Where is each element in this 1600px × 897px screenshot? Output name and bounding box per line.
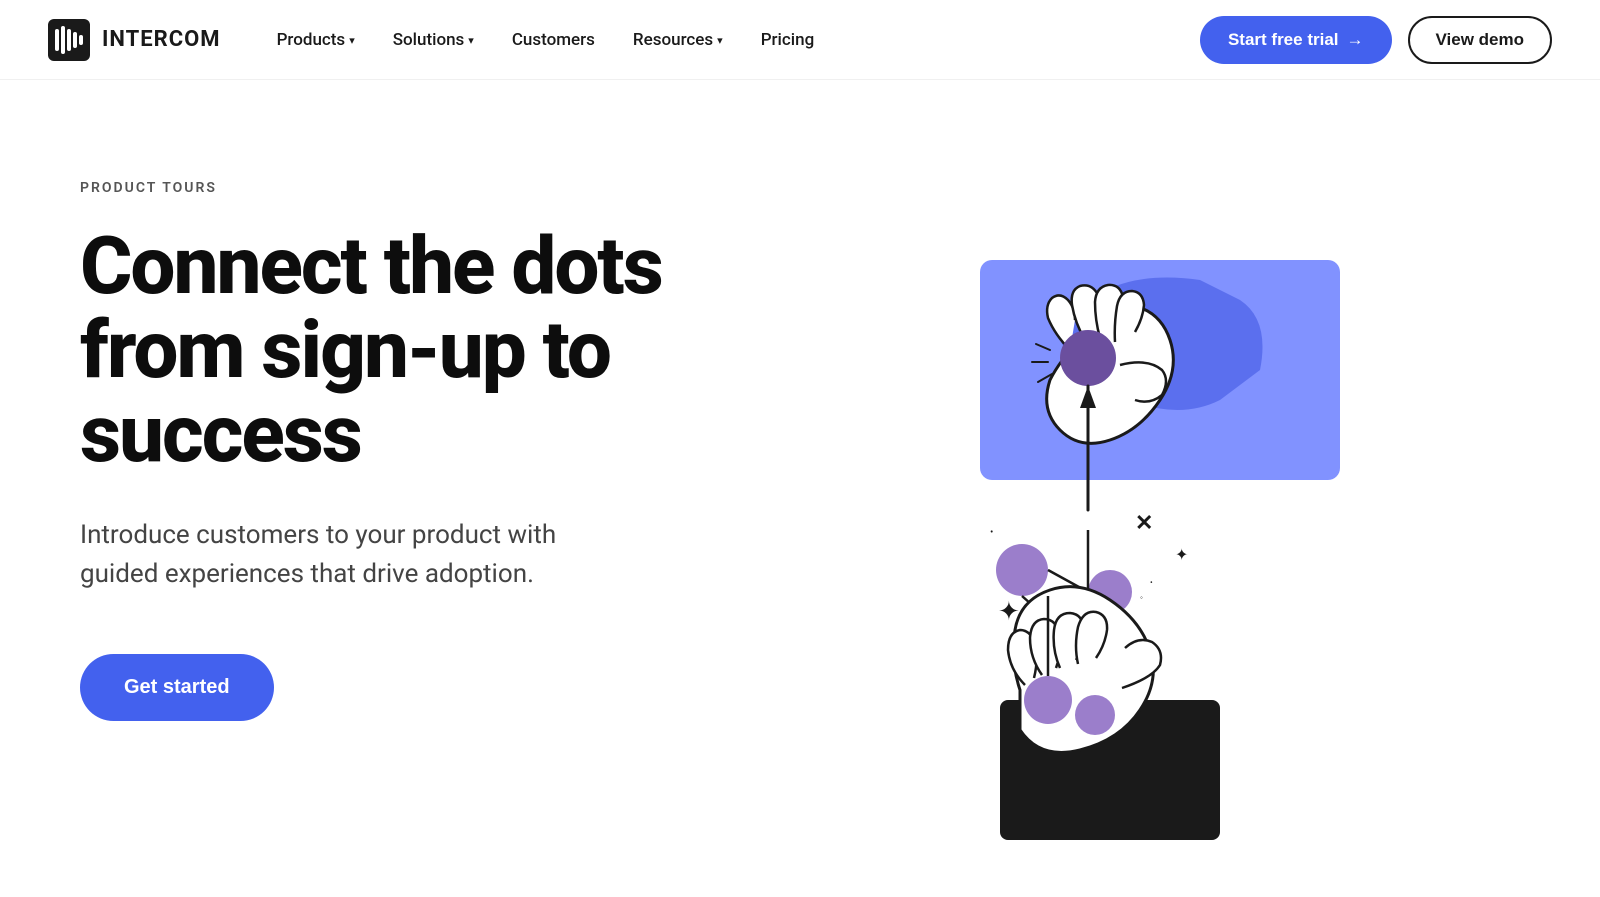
chevron-down-icon: ▾ (349, 34, 355, 47)
illustration-svg: ✕ ✦ ✦ • • ◦ (780, 140, 1400, 840)
chevron-down-icon: ▾ (717, 34, 723, 47)
get-started-button[interactable]: Get started (80, 654, 274, 721)
nav-item-solutions[interactable]: Solutions ▾ (377, 22, 490, 58)
hero-eyebrow: PRODUCT TOURS (80, 180, 780, 196)
logo-wordmark: INTERCOM (102, 27, 221, 52)
nav-links: Products ▾ Solutions ▾ Customers Resourc… (261, 22, 1200, 58)
hero-subtitle: Introduce customers to your product with… (80, 516, 640, 594)
hero-illustration: ✕ ✦ ✦ • • ◦ (780, 140, 1400, 840)
svg-text:•: • (990, 527, 993, 538)
nav-item-products[interactable]: Products ▾ (261, 22, 371, 58)
nav-item-pricing[interactable]: Pricing (745, 22, 831, 58)
arrow-icon: → (1347, 30, 1364, 50)
svg-text:•: • (1150, 578, 1153, 587)
svg-text:◦: ◦ (1140, 593, 1143, 602)
hero-section: PRODUCT TOURS Connect the dots from sign… (0, 80, 1600, 897)
chevron-down-icon: ▾ (468, 34, 474, 47)
svg-text:✕: ✕ (1135, 511, 1153, 536)
svg-text:✦: ✦ (1175, 545, 1188, 564)
view-demo-button[interactable]: View demo (1408, 16, 1553, 64)
hero-title: Connect the dots from sign-up to success (80, 224, 780, 476)
navbar: INTERCOM Products ▾ Solutions ▾ Customer… (0, 0, 1600, 80)
logo-link[interactable]: INTERCOM (48, 19, 221, 61)
logo-icon (48, 19, 90, 61)
nav-item-customers[interactable]: Customers (496, 22, 611, 58)
hero-content: PRODUCT TOURS Connect the dots from sign… (80, 160, 780, 721)
nav-item-resources[interactable]: Resources ▾ (617, 22, 739, 58)
start-free-trial-button[interactable]: Start free trial → (1200, 16, 1392, 64)
nav-actions: Start free trial → View demo (1200, 16, 1552, 64)
